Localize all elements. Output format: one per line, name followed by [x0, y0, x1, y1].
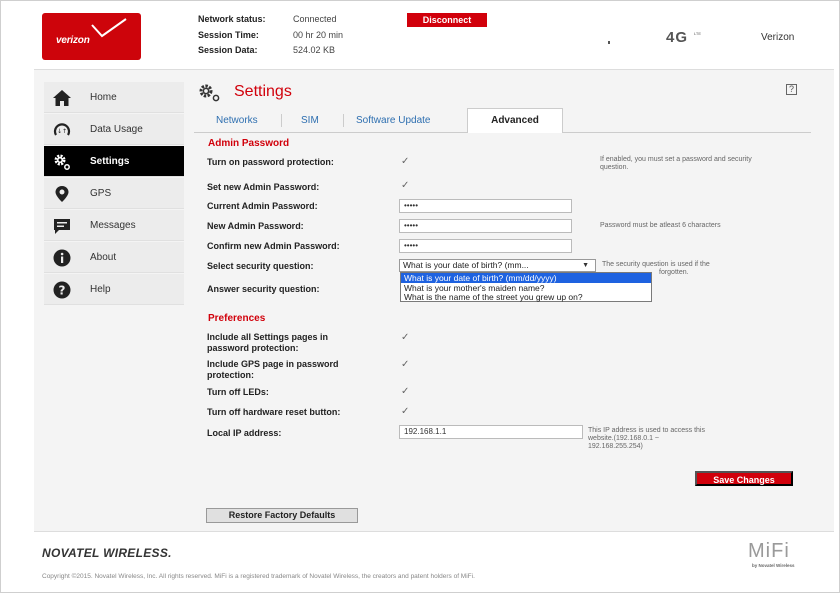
sidebar-item-label: Data Usage — [90, 124, 143, 135]
session-data-label: Session Data: — [198, 45, 258, 55]
sidebar-item-label: Messages — [90, 220, 136, 231]
router-admin-page: verizon Network status: Connected Sessio… — [0, 0, 840, 593]
session-data-value: 524.02 KB — [293, 45, 336, 55]
tab-divider — [343, 114, 344, 127]
network-type-sub: LTE — [694, 31, 702, 36]
network-status-label: Network status: — [198, 14, 266, 24]
carrier-name: Verizon — [761, 32, 795, 43]
tab-software-update[interactable]: Software Update — [356, 115, 431, 126]
security-question-label: Select security question: — [207, 261, 314, 271]
chevron-down-icon: ▼ — [582, 262, 589, 269]
sidebar-item-label: GPS — [90, 188, 112, 199]
message-icon — [54, 219, 70, 234]
turn-on-protection-checkbox[interactable]: ✓ — [401, 157, 413, 167]
turn-off-leds-label: Turn off LEDs: — [207, 387, 269, 397]
save-changes-button[interactable]: Save Changes — [695, 471, 793, 486]
sidebar-item-messages[interactable]: Messages — [44, 210, 184, 241]
tab-advanced[interactable]: Advanced — [467, 108, 563, 133]
admin-password-section-title: Admin Password — [208, 138, 290, 149]
tab-sim[interactable]: SIM — [301, 115, 319, 126]
home-icon — [53, 90, 71, 106]
footer-divider — [34, 531, 834, 532]
turn-on-protection-note: If enabled, you must set a password and … — [600, 156, 752, 171]
tab-networks[interactable]: Networks — [216, 115, 258, 126]
sidebar-item-label: Settings — [90, 156, 130, 167]
include-settings-label-2: password protection: — [207, 343, 299, 353]
turn-off-reset-label: Turn off hardware reset button: — [207, 407, 341, 417]
session-time-label: Session Time: — [198, 30, 259, 40]
security-question-note: The security question is used if the — [602, 261, 710, 268]
tab-divider — [281, 114, 282, 127]
confirm-password-label: Confirm new Admin Password: — [207, 241, 340, 251]
sidebar-item-settings[interactable]: Settings — [44, 146, 184, 177]
sidebar-item-label: About — [90, 252, 117, 263]
local-ip-note-2: website.(192.168.0.1 ~ — [588, 435, 660, 442]
network-type: 4G — [666, 29, 689, 46]
turn-off-reset-checkbox[interactable]: ✓ — [401, 407, 413, 417]
page-title: Settings — [234, 83, 292, 100]
preferences-section-title: Preferences — [208, 313, 266, 324]
logo-text: verizon — [56, 35, 90, 46]
gear-icon — [54, 154, 70, 170]
new-password-field[interactable]: ••••• — [399, 219, 572, 233]
turn-on-protection-label: Turn on password protection: — [207, 157, 334, 167]
local-ip-label: Local IP address: — [207, 428, 282, 438]
sidebar-item-about[interactable]: About — [44, 242, 184, 273]
question-icon: ? — [53, 281, 71, 299]
sidebar-item-home[interactable]: Home — [44, 82, 184, 113]
include-gps-checkbox[interactable]: ✓ — [401, 360, 413, 370]
mifi-logo-sub: by Novatel Wireless — [752, 563, 795, 568]
confirm-password-field[interactable]: ••••• — [399, 239, 572, 253]
answer-security-question-label: Answer security question: — [207, 284, 320, 294]
sidebar-item-data-usage[interactable]: ↓↑ Data Usage — [44, 114, 184, 145]
verizon-logo: verizon — [42, 13, 141, 60]
security-question-dropdown: What is your date of birth? (mm/dd/yyyy)… — [400, 272, 652, 302]
include-gps-label-2: protection: — [207, 370, 254, 380]
local-ip-field[interactable]: 192.168.1.1 — [399, 425, 583, 439]
security-question-selected-value: What is your date of birth? (mm... — [403, 260, 529, 270]
sidebar-item-help[interactable]: ? Help — [44, 274, 184, 305]
svg-text:↓↑: ↓↑ — [57, 128, 67, 135]
current-password-label: Current Admin Password: — [207, 201, 318, 211]
location-pin-icon — [55, 186, 69, 202]
network-status-value: Connected — [293, 14, 337, 24]
set-new-password-label: Set new Admin Password: — [207, 182, 320, 192]
help-icon[interactable]: ? — [786, 84, 797, 95]
mifi-logo: MiFi — [748, 540, 790, 562]
new-password-note: Password must be atleast 6 characters — [600, 222, 721, 229]
sidebar-item-label: Home — [90, 92, 117, 103]
dropdown-option[interactable]: What is the name of the street you grew … — [401, 292, 651, 302]
info-icon — [53, 249, 71, 267]
dropdown-option[interactable]: What is your date of birth? (mm/dd/yyyy) — [401, 273, 651, 283]
new-password-label: New Admin Password: — [207, 221, 304, 231]
local-ip-note-3: 192.168.255.254) — [588, 443, 643, 450]
sidebar-item-gps[interactable]: GPS — [44, 178, 184, 209]
settings-gear-icon — [199, 84, 220, 102]
copyright-text: Copyright ©2015. Novatel Wireless, Inc. … — [42, 573, 475, 580]
local-ip-note: This IP address is used to access this — [588, 427, 705, 434]
set-new-password-checkbox[interactable]: ✓ — [401, 181, 413, 191]
restore-factory-defaults-button[interactable]: Restore Factory Defaults — [206, 508, 358, 523]
signal-strength-icon — [608, 41, 610, 44]
data-usage-icon: ↓↑ — [53, 123, 71, 136]
security-question-note-2: forgotten. — [659, 269, 689, 276]
security-question-select[interactable]: What is your date of birth? (mm... ▼ — [399, 259, 596, 272]
novatel-wireless-logo: NOVATEL WIRELESS. — [42, 546, 172, 560]
include-settings-checkbox[interactable]: ✓ — [401, 333, 413, 343]
checkmark-logo-icon — [91, 18, 127, 38]
disconnect-button[interactable]: Disconnect — [407, 13, 487, 27]
turn-off-leds-checkbox[interactable]: ✓ — [401, 387, 413, 397]
current-password-field[interactable]: ••••• — [399, 199, 572, 213]
svg-text:?: ? — [59, 284, 66, 298]
session-time-value: 00 hr 20 min — [293, 30, 344, 40]
sidebar-item-label: Help — [90, 284, 111, 295]
